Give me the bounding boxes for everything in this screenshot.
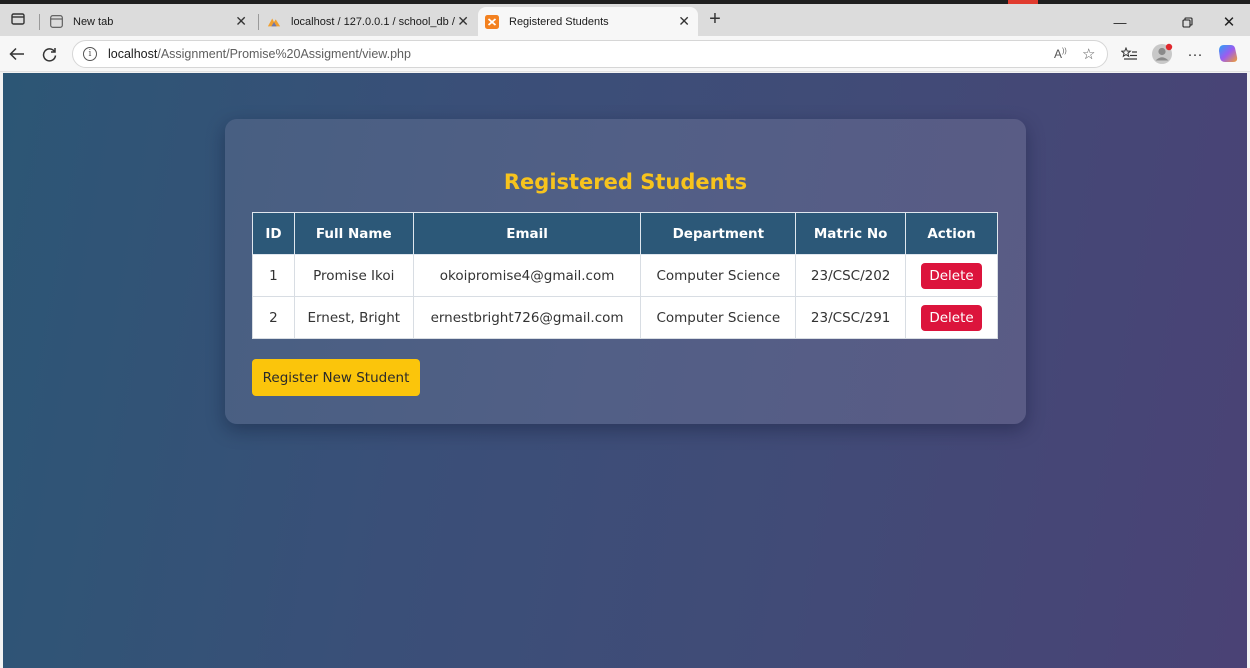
minimize-icon[interactable]: ― [1097,8,1143,36]
table-row: 2 Ernest, Bright ernestbright726@gmail.c… [252,296,998,339]
favorites-list-icon[interactable] [1117,42,1141,66]
tab-separator [258,14,259,30]
cell-full-name: Ernest, Bright [293,296,414,339]
phpmyadmin-icon [267,15,281,29]
tab-label: localhost / 127.0.0.1 / school_db / [291,15,455,28]
site-info-icon[interactable]: i [83,47,97,61]
col-header-department: Department [640,212,797,255]
copilot-icon[interactable] [1216,42,1240,66]
students-card: Registered Students ID Full Name Email D… [225,119,1026,424]
address-bar: i localhost/Assignment/Promise%20Assigme… [0,36,1250,72]
col-header-action: Action [905,212,998,255]
more-options-icon[interactable]: ··· [1183,42,1207,66]
close-tab-icon[interactable]: ✕ [678,13,690,30]
profile-avatar-icon[interactable] [1150,42,1174,66]
col-header-full-name: Full Name [293,212,414,255]
close-tab-icon[interactable]: ✕ [235,13,247,30]
col-header-matric-no: Matric No [795,212,907,255]
tab-new-tab[interactable]: New tab ✕ [47,7,255,36]
cell-department: Computer Science [640,296,797,339]
close-tab-icon[interactable]: ✕ [457,13,469,30]
xampp-icon [485,14,499,29]
table-header-row: ID Full Name Email Department Matric No … [252,212,998,255]
col-header-id: ID [252,212,295,255]
cell-matric-no: 23/CSC/202 [795,254,907,297]
cell-action: Delete [905,254,998,297]
tab-label: Registered Students [509,15,609,28]
register-new-student-button[interactable]: Register New Student [252,359,420,396]
students-table: ID Full Name Email Department Matric No … [252,212,998,339]
back-icon[interactable] [5,42,29,66]
delete-button[interactable]: Delete [921,262,982,289]
tab-phpmyadmin[interactable]: localhost / 127.0.0.1 / school_db / ✕ [265,7,477,36]
cell-department: Computer Science [640,254,797,297]
table-row: 1 Promise Ikoi okoipromise4@gmail.com Co… [252,254,998,297]
cell-id: 2 [252,296,295,339]
cell-id: 1 [252,254,295,297]
tab-separator [39,14,40,30]
close-window-icon[interactable]: ✕ [1206,8,1250,36]
new-tab-icon [49,15,63,29]
read-aloud-icon[interactable]: A)) [1054,47,1067,61]
tab-actions-icon[interactable] [6,7,30,31]
tab-label: New tab [73,15,114,28]
delete-button[interactable]: Delete [921,304,982,331]
tab-registered-students[interactable]: Registered Students ✕ [478,7,698,36]
cell-email: okoipromise4@gmail.com [412,254,642,297]
cell-action: Delete [905,296,998,339]
cell-matric-no: 23/CSC/291 [795,296,907,339]
new-tab-button[interactable]: + [703,7,727,31]
refresh-icon[interactable] [37,42,61,66]
url-text: localhost/Assignment/Promise%20Assigment… [108,47,411,61]
page-title: Registered Students [503,170,748,194]
page-viewport: Registered Students ID Full Name Email D… [3,73,1247,668]
col-header-email: Email [412,212,642,255]
url-field[interactable]: i localhost/Assignment/Promise%20Assigme… [72,40,1108,68]
restore-icon[interactable] [1164,8,1210,36]
cell-email: ernestbright726@gmail.com [412,296,642,339]
favorite-star-icon[interactable]: ☆ [1082,45,1095,63]
cell-full-name: Promise Ikoi [293,254,414,297]
tab-bar: New tab ✕ localhost / 127.0.0.1 / school… [0,4,1250,36]
